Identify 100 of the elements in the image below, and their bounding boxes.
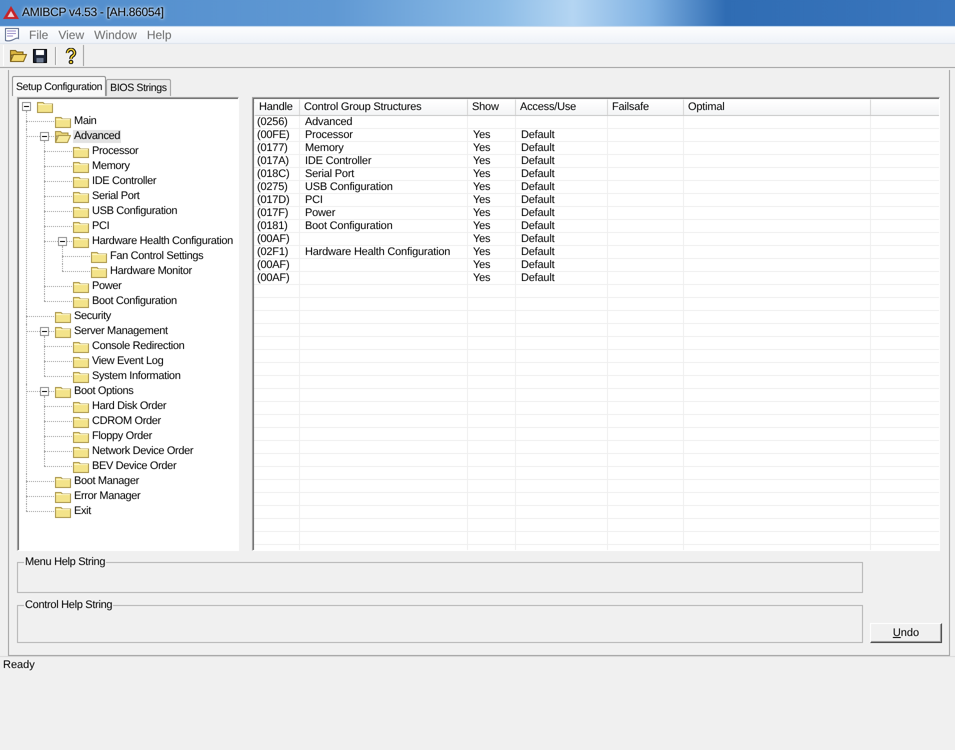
tree-item[interactable]: View Event Log (91, 355, 164, 368)
tree-item[interactable]: Network Device Order (91, 445, 194, 458)
folder-icon (73, 340, 89, 353)
tree-item[interactable]: Exit (73, 505, 92, 518)
undo-button[interactable]: Undo (870, 623, 942, 643)
save-icon (33, 48, 47, 62)
tree-item[interactable]: Console Redirection (91, 340, 186, 353)
folder-icon (73, 145, 89, 158)
table-cell-text: Advanced (304, 116, 354, 129)
column-header[interactable]: Show (468, 100, 516, 115)
column-header[interactable]: Access/Use (516, 100, 608, 115)
tree-item[interactable]: Floppy Order (91, 430, 153, 443)
tree-item[interactable]: Advanced (73, 130, 122, 143)
table-cell-text: Yes (472, 181, 492, 194)
tree-item[interactable]: CDROM Order (91, 415, 162, 428)
folder-icon (73, 355, 89, 368)
tree-item[interactable]: Fan Control Settings (109, 250, 204, 263)
table-cell-text: Yes (472, 246, 492, 259)
table-cell-text: Serial Port (304, 168, 356, 181)
table-cell-text: Yes (472, 259, 492, 272)
tree-item[interactable]: Boot Configuration (91, 295, 178, 308)
tree-item[interactable]: Boot Options (73, 385, 134, 398)
folder-icon (73, 370, 89, 383)
window-title: AMIBCP v4.53 - [AH.86054] (22, 5, 164, 19)
tree-item[interactable]: Main (73, 115, 98, 128)
tree-item[interactable]: Error Manager (73, 490, 142, 503)
folder-icon (73, 415, 89, 428)
table-cell-text: Yes (472, 207, 492, 220)
table-cell-text: Default (520, 233, 556, 246)
table-cell-text: (0181) (256, 220, 289, 233)
table-cell-text: Power (304, 207, 336, 220)
tree-item[interactable]: PCI (91, 220, 110, 233)
collapse-icon[interactable] (40, 327, 49, 336)
help-icon (65, 48, 77, 64)
column-header[interactable]: Failsafe (608, 100, 684, 115)
table-cell-text: Yes (472, 220, 492, 233)
tree-item[interactable]: USB Configuration (91, 205, 178, 218)
tree-item[interactable]: Hard Disk Order (91, 400, 168, 413)
collapse-icon[interactable] (40, 387, 49, 396)
folder-icon (55, 310, 71, 323)
table-cell-text: Yes (472, 142, 492, 155)
group-label: Control Help String (24, 599, 114, 611)
table-cell-text: Memory (304, 142, 345, 155)
tree-item[interactable]: System Information (91, 370, 182, 383)
tree-item[interactable]: IDE Controller (91, 175, 158, 188)
table-cell-text: (00FE) (256, 129, 290, 142)
table-cell-text: Default (520, 220, 556, 233)
table-cell-text: Yes (472, 129, 492, 142)
table-cell-text: (017A) (256, 155, 290, 168)
table-cell-text: Default (520, 272, 556, 285)
table-cell-text: (00AF) (256, 233, 290, 246)
tree-item[interactable]: Processor (91, 145, 140, 158)
tree-item[interactable]: Security (73, 310, 112, 323)
tree-item[interactable]: Hardware Monitor (109, 265, 193, 278)
tab[interactable]: Setup Configuration (12, 76, 106, 96)
folder-icon (55, 115, 71, 128)
menu-item[interactable]: View (53, 28, 90, 42)
group-label: Menu Help String (24, 556, 106, 568)
folder-icon (73, 280, 89, 293)
tab[interactable]: BIOS Strings (106, 79, 171, 96)
help-button[interactable] (63, 46, 79, 66)
folder-icon (91, 250, 107, 263)
column-header[interactable]: Optimal (684, 100, 871, 115)
column-header[interactable]: Handle (255, 100, 300, 115)
tree-item[interactable]: Hardware Health Configuration (91, 235, 234, 248)
folder-icon (10, 48, 27, 62)
tree-item[interactable]: Boot Manager (73, 475, 140, 488)
table-cell-text: (018C) (256, 168, 290, 181)
table-cell-text: Default (520, 259, 556, 272)
folder-icon (73, 400, 89, 413)
table-cell-text: Yes (472, 155, 492, 168)
column-header[interactable]: Control Group Structures (300, 100, 468, 115)
folder-icon (55, 490, 71, 503)
table-cell-text: Default (520, 129, 556, 142)
folder-icon (73, 160, 89, 173)
status-text: Ready (3, 658, 35, 672)
tree-item[interactable]: Memory (91, 160, 131, 173)
folder-icon (55, 505, 71, 518)
table-cell-text: Default (520, 168, 556, 181)
folder-icon (73, 430, 89, 443)
table-cell-text: (00AF) (256, 259, 290, 272)
folder-icon (73, 220, 89, 233)
folder-icon (55, 385, 71, 398)
tree-item[interactable]: Power (91, 280, 122, 293)
collapse-icon[interactable] (58, 237, 67, 246)
table-cell-text: (0275) (256, 181, 289, 194)
menu-item[interactable]: Help (142, 28, 177, 42)
table-cell-text: IDE Controller (304, 155, 372, 168)
table-cell-text: Default (520, 181, 556, 194)
table-cell-text: Yes (472, 194, 492, 207)
tree-item[interactable]: BEV Device Order (91, 460, 178, 473)
collapse-icon[interactable] (40, 132, 49, 141)
table-cell-text: (02F1) (256, 246, 290, 259)
tree-item[interactable]: Server Management (73, 325, 169, 338)
tree-item[interactable]: Serial Port (91, 190, 141, 203)
menu-item[interactable]: File (24, 28, 54, 42)
collapse-icon[interactable] (22, 102, 31, 111)
folder-icon (73, 235, 89, 248)
folder-icon (73, 175, 89, 188)
menu-item[interactable]: Window (89, 28, 142, 42)
